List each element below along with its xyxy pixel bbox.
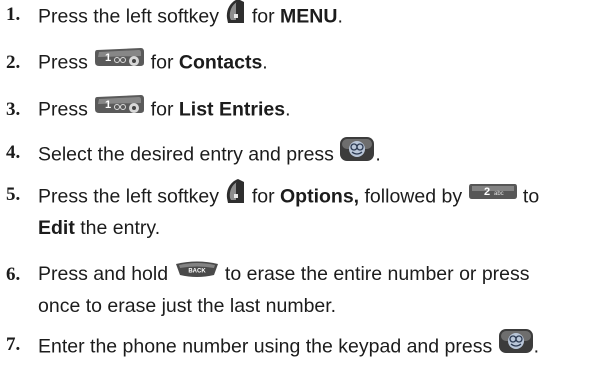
key-1-icon: 1 (93, 46, 145, 77)
step-text: Press the left softkey (38, 5, 225, 28)
step-text-line: Select the desired entry and press . (38, 136, 381, 173)
step-bold-text: Edit (38, 217, 75, 239)
step-text: for (246, 185, 281, 208)
left-softkey-icon (224, 0, 246, 33)
step-text-line: Edit the entry. (38, 214, 160, 243)
step-text: . (533, 335, 540, 358)
step-number: 3. (6, 99, 21, 120)
step-text: . (262, 51, 268, 74)
step-text-line: Enter the phone number using the keypad … (38, 328, 540, 365)
svg-text:1: 1 (105, 52, 111, 64)
step-number: 2. (6, 52, 21, 73)
step-text-line: Press 1 for Contacts. (38, 48, 268, 79)
step-text: Select the desired entry and press (38, 143, 340, 166)
key-1-icon: 1 (93, 93, 145, 124)
left-softkey-icon (224, 178, 246, 213)
step-text-line: Press the left softkey for MENU. (38, 0, 343, 35)
step-text: the entry. (74, 217, 161, 239)
step-bold-text: Contacts (178, 51, 263, 74)
back-key-icon: BACK (174, 258, 220, 287)
step-text-line: Press the left softkey for Options, foll… (38, 178, 540, 215)
step-text: to (517, 185, 540, 208)
step-text: . (375, 143, 381, 166)
step-bold-text: Options, (280, 185, 360, 208)
ok-key-icon (498, 328, 534, 363)
step-text: Press (38, 51, 94, 74)
svg-text:BACK: BACK (188, 269, 206, 275)
step-text: . (285, 98, 291, 121)
step-bold-text: List Entries (178, 98, 286, 121)
step-text: Press (38, 98, 94, 121)
step-text: for (145, 98, 179, 121)
step-text: for (145, 51, 179, 74)
ok-key-icon (339, 136, 375, 171)
key-2-icon: 2 abc (468, 181, 518, 210)
step-text: once to erase just the last number. (38, 295, 337, 317)
step-number: 7. (6, 334, 21, 355)
step-text: for (246, 5, 281, 28)
step-text: Press and hold (38, 263, 174, 285)
svg-text:abc: abc (494, 191, 504, 197)
step-text-line: Press 1 for List Entries. (38, 95, 290, 126)
svg-text:1: 1 (105, 99, 111, 111)
step-text: . (337, 5, 343, 28)
step-number: 1. (6, 4, 21, 25)
step-text-line: Press and hold BACK to erase the entire … (38, 260, 530, 289)
step-number: 5. (6, 184, 21, 205)
step-number: 4. (6, 142, 21, 163)
step-bold-text: MENU (280, 5, 338, 28)
step-text: to erase the entire number or press (219, 263, 530, 285)
step-number: 6. (6, 264, 21, 285)
step-text: Enter the phone number using the keypad … (38, 335, 498, 358)
svg-text:2: 2 (484, 186, 490, 198)
step-text-line: once to erase just the last number. (38, 292, 336, 321)
step-text: Press the left softkey (38, 185, 225, 208)
step-text: followed by (359, 185, 468, 208)
